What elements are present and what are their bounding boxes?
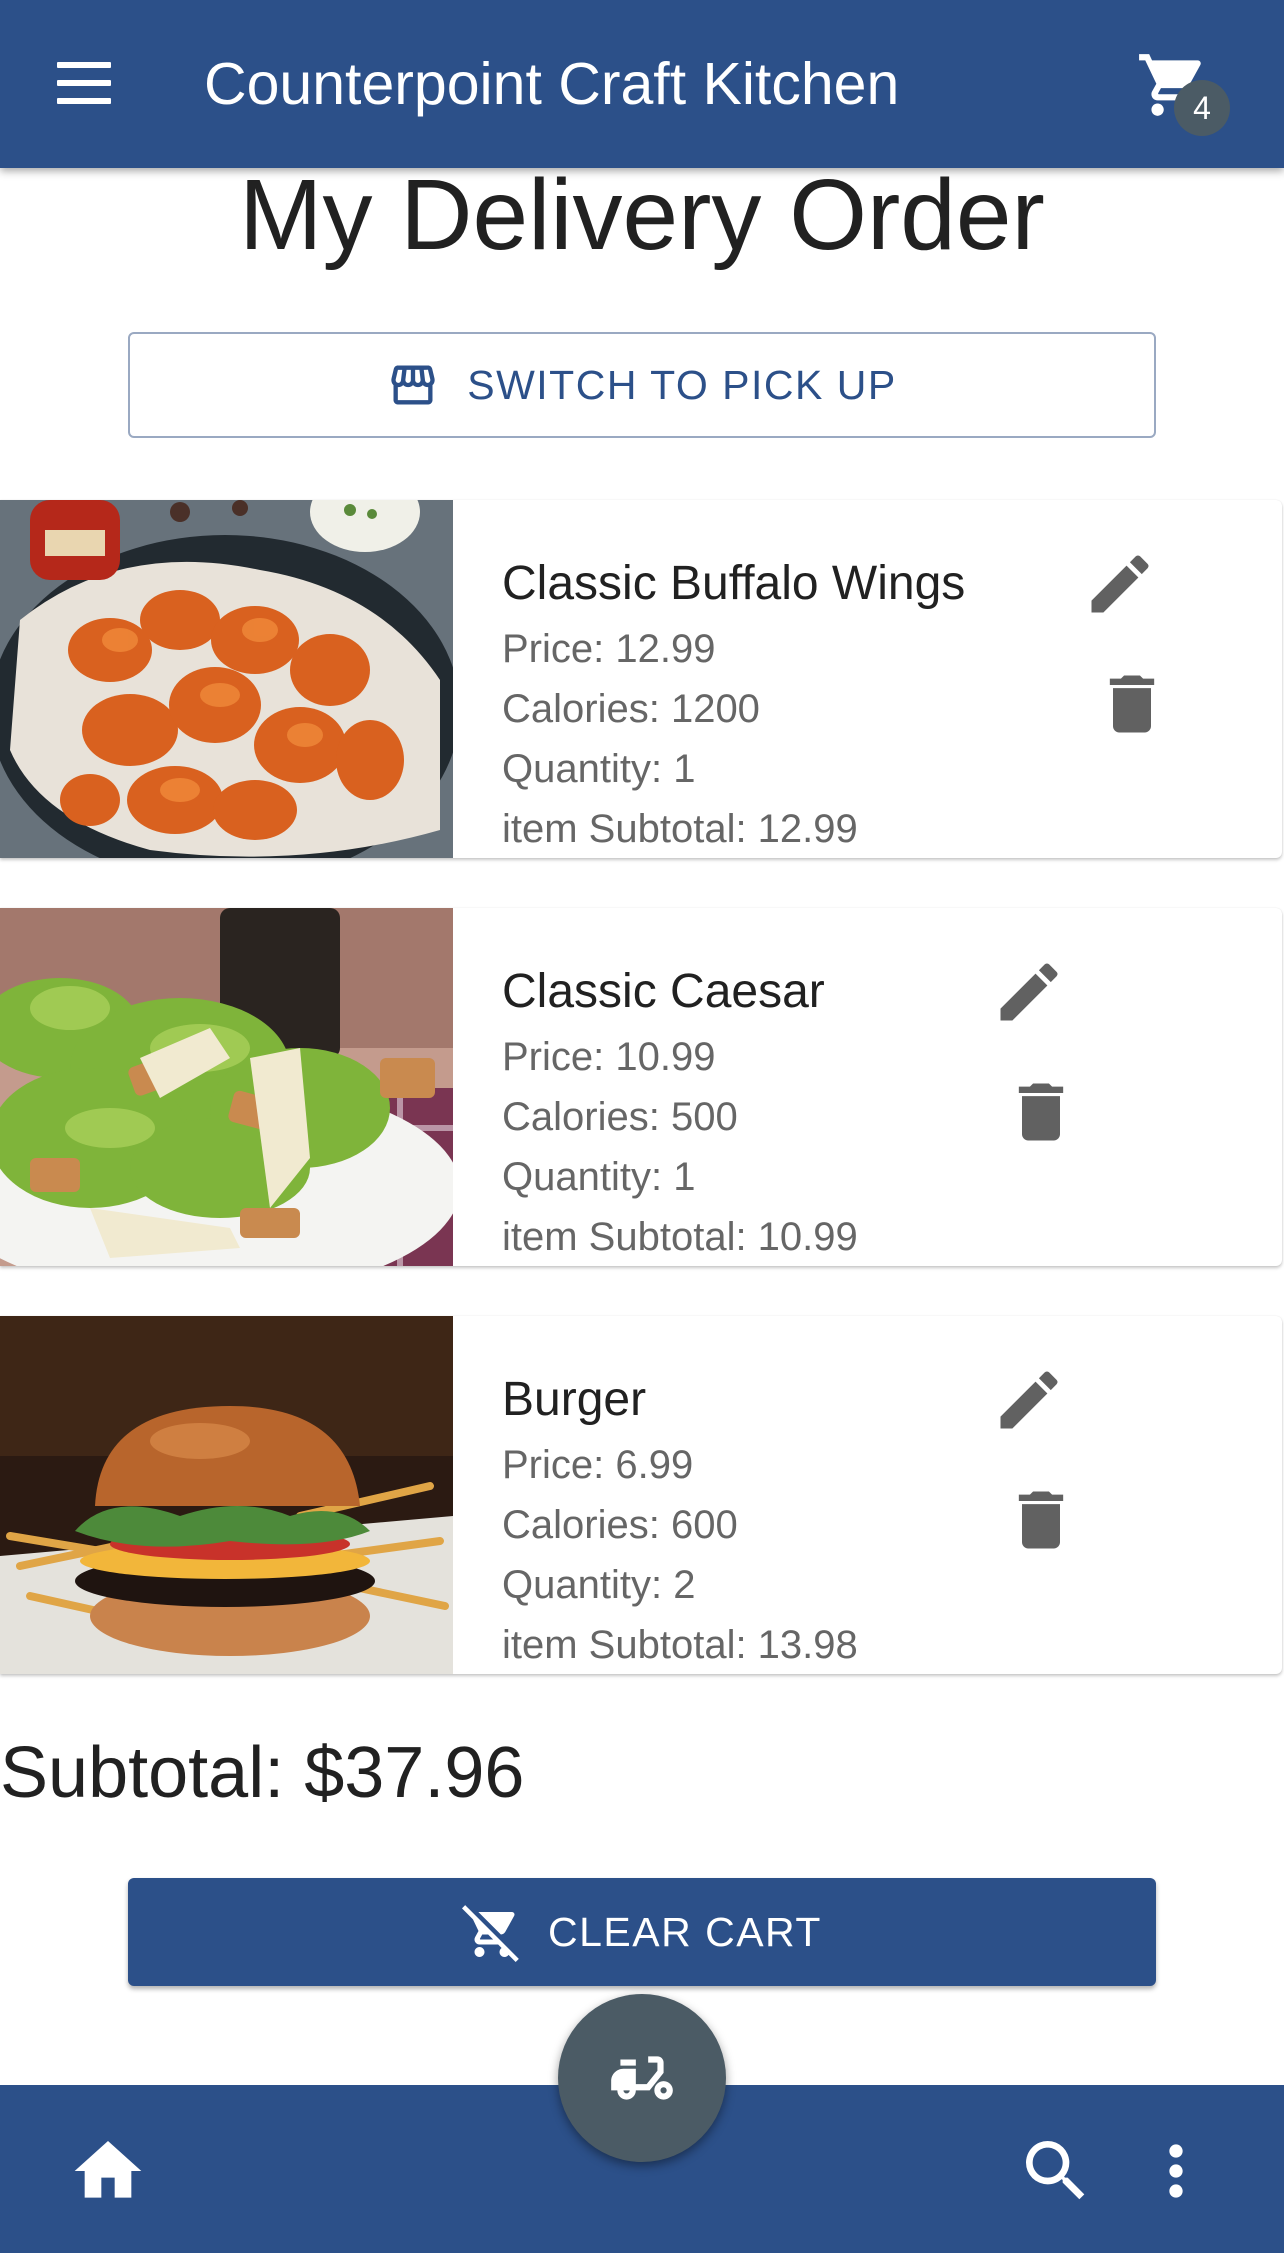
item-quantity: Quantity: 2 [502, 1563, 696, 1607]
clear-cart-button[interactable]: CLEAR CART [128, 1878, 1156, 1986]
remove-shopping-cart-icon [462, 1905, 519, 1962]
edit-item-button[interactable] [991, 954, 1067, 1030]
item-image-classic-caesar [0, 908, 453, 1266]
store-icon [391, 365, 435, 405]
menu-icon[interactable] [50, 54, 118, 114]
delete-item-button[interactable] [1094, 666, 1170, 742]
edit-icon [1091, 555, 1149, 613]
item-subtotal: item Subtotal: 12.99 [502, 807, 858, 851]
item-subtotal: item Subtotal: 13.98 [502, 1623, 858, 1667]
item-name: Burger [502, 1373, 647, 1426]
delete-icon [1018, 1083, 1064, 1141]
delete-item-button[interactable] [1003, 1074, 1079, 1150]
switch-to-pickup-label: SWITCH TO PICK UP [467, 361, 897, 408]
edit-icon [1000, 1371, 1058, 1429]
item-calories: Calories: 500 [502, 1095, 738, 1139]
app-title: Counterpoint Craft Kitchen [204, 51, 900, 117]
item-calories: Calories: 1200 [502, 687, 760, 731]
more-options-button[interactable] [1136, 2131, 1216, 2211]
item-name: Classic Caesar [502, 965, 825, 1018]
edit-item-button[interactable] [1082, 546, 1158, 622]
item-price: Price: 12.99 [502, 627, 716, 671]
item-calories: Calories: 600 [502, 1503, 738, 1547]
switch-to-pickup-button[interactable]: SWITCH TO PICK UP [128, 332, 1156, 438]
item-price: Price: 6.99 [502, 1443, 694, 1487]
more-vert-icon [1169, 2144, 1183, 2198]
item-quantity: Quantity: 1 [502, 747, 696, 791]
delete-icon [1018, 1491, 1064, 1549]
search-button[interactable] [1016, 2131, 1096, 2211]
home-icon [74, 2141, 142, 2198]
search-icon [1026, 2141, 1085, 2200]
delete-icon [1109, 675, 1155, 733]
delivery-fab-button[interactable] [558, 1994, 726, 2162]
page-title: My Delivery Order [239, 159, 1045, 271]
item-quantity: Quantity: 1 [502, 1155, 696, 1199]
cart-count-badge: 4 [1174, 80, 1230, 136]
delivery-scooter-icon [611, 2056, 673, 2100]
item-name: Classic Buffalo Wings [502, 557, 966, 610]
cart-item-card: Classic Caesar Price: 10.99 Calories: 50… [0, 908, 1282, 1266]
cart-item-card: Burger Price: 6.99 Calories: 600 Quantit… [0, 1316, 1282, 1674]
edit-item-button[interactable] [991, 1362, 1067, 1438]
item-image-burger [0, 1316, 453, 1674]
clear-cart-label: CLEAR CART [548, 1908, 822, 1955]
cart-item-card: Classic Buffalo Wings Price: 12.99 Calor… [0, 500, 1282, 858]
item-image-buffalo-wings [0, 500, 453, 858]
app-bar: Counterpoint Craft Kitchen 4 [0, 0, 1284, 168]
edit-icon [1000, 963, 1058, 1021]
order-subtotal: Subtotal: $37.96 [0, 1733, 525, 1813]
item-subtotal: item Subtotal: 10.99 [502, 1215, 858, 1259]
home-button[interactable] [68, 2131, 148, 2211]
delete-item-button[interactable] [1003, 1482, 1079, 1558]
item-price: Price: 10.99 [502, 1035, 716, 1079]
